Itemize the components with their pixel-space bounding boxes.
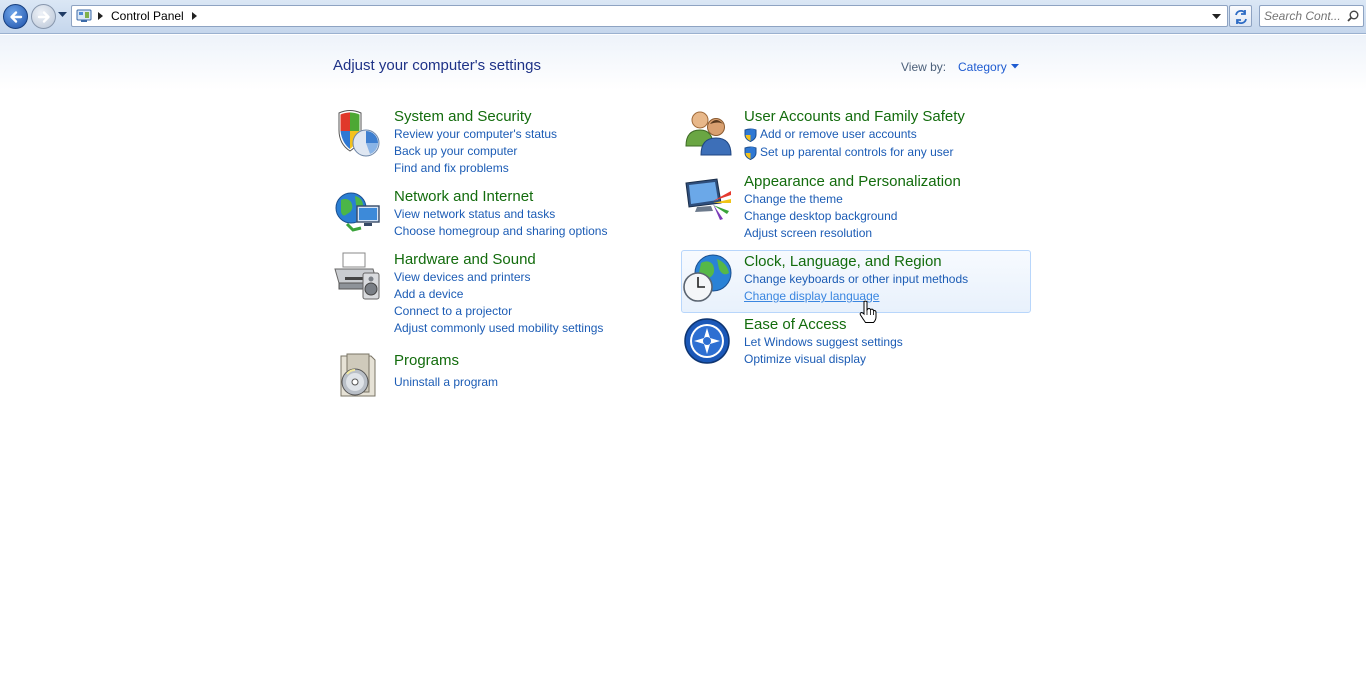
link-label: Set up parental controls for any user [760, 145, 954, 159]
appearance-monitor-palette-icon[interactable] [683, 173, 733, 223]
control-panel-icon [76, 9, 92, 22]
search-icon[interactable] [1347, 10, 1359, 22]
view-by-label: View by: [901, 60, 947, 74]
recent-pages-dropdown-icon[interactable] [58, 12, 67, 18]
category-title[interactable]: Programs [394, 352, 459, 369]
link-add-remove-accounts[interactable]: Add or remove user accounts [744, 127, 953, 144]
address-dropdown-icon[interactable] [1212, 14, 1221, 20]
category-title[interactable]: System and Security [394, 108, 532, 125]
clock-globe-icon[interactable] [683, 253, 733, 303]
breadcrumb-chevron-icon[interactable] [192, 12, 197, 20]
uac-shield-icon [744, 146, 757, 160]
refresh-button[interactable] [1229, 5, 1252, 27]
link-windows-suggest[interactable]: Let Windows suggest settings [744, 335, 903, 352]
link-homegroup-sharing[interactable]: Choose homegroup and sharing options [394, 224, 607, 241]
link-devices-printers[interactable]: View devices and printers [394, 270, 603, 287]
category-title[interactable]: Network and Internet [394, 188, 533, 205]
link-change-theme[interactable]: Change the theme [744, 192, 897, 209]
link-uninstall-program[interactable]: Uninstall a program [394, 375, 498, 392]
address-bar[interactable]: Control Panel [71, 5, 1228, 27]
link-network-status[interactable]: View network status and tasks [394, 207, 607, 224]
back-arrow-icon [10, 11, 23, 23]
link-add-device[interactable]: Add a device [394, 287, 603, 304]
link-display-language[interactable]: Change display language [744, 289, 968, 306]
link-parental-controls[interactable]: Set up parental controls for any user [744, 145, 953, 162]
search-box[interactable] [1259, 5, 1364, 27]
link-keyboards-input[interactable]: Change keyboards or other input methods [744, 272, 968, 289]
user-accounts-people-icon[interactable] [683, 108, 733, 158]
category-title[interactable]: User Accounts and Family Safety [744, 108, 965, 125]
back-button[interactable] [3, 4, 28, 29]
refresh-icon [1235, 10, 1247, 24]
uac-shield-icon [744, 128, 757, 142]
navigation-toolbar: Control Panel [0, 0, 1366, 34]
printer-speaker-icon[interactable] [333, 251, 383, 301]
forward-button[interactable] [31, 4, 56, 29]
page-title: Adjust your computer's settings [333, 57, 541, 74]
link-connect-projector[interactable]: Connect to a projector [394, 304, 603, 321]
hand-cursor-icon [859, 300, 877, 323]
network-globe-icon[interactable] [333, 188, 383, 238]
programs-disc-box-icon[interactable] [333, 352, 383, 402]
link-review-status[interactable]: Review your computer's status [394, 127, 557, 144]
search-input[interactable] [1264, 8, 1344, 24]
view-by-chevron-down-icon[interactable] [1011, 64, 1019, 69]
system-security-shield-icon[interactable] [333, 108, 383, 158]
category-title[interactable]: Ease of Access [744, 316, 847, 333]
breadcrumb-chevron-icon[interactable] [98, 12, 103, 20]
link-backup[interactable]: Back up your computer [394, 144, 557, 161]
category-title[interactable]: Hardware and Sound [394, 251, 536, 268]
category-title[interactable]: Appearance and Personalization [744, 173, 961, 190]
header-background [0, 35, 1366, 90]
link-screen-resolution[interactable]: Adjust screen resolution [744, 226, 897, 243]
view-by-dropdown[interactable]: Category [958, 60, 1007, 74]
link-optimize-visual[interactable]: Optimize visual display [744, 352, 903, 369]
ease-of-access-icon[interactable] [683, 316, 733, 366]
link-find-fix-problems[interactable]: Find and fix problems [394, 161, 557, 178]
link-desktop-background[interactable]: Change desktop background [744, 209, 897, 226]
breadcrumb-control-panel[interactable]: Control Panel [111, 9, 184, 23]
category-title[interactable]: Clock, Language, and Region [744, 253, 942, 270]
link-label: Add or remove user accounts [760, 127, 917, 141]
forward-arrow-icon [37, 11, 50, 23]
link-mobility-settings[interactable]: Adjust commonly used mobility settings [394, 321, 603, 338]
